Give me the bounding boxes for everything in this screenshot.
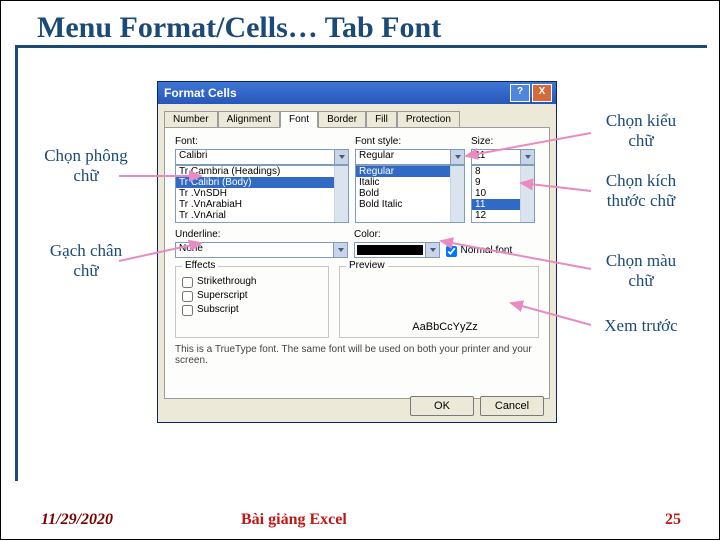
help-button[interactable]: ? — [510, 84, 530, 102]
underline-combo[interactable]: None — [175, 242, 348, 258]
footer-lecture: Bài giảng Excel — [241, 511, 347, 529]
callout-font: Chọn phôngchữ — [31, 146, 141, 187]
effects-group: Effects Strikethrough Superscript Subscr… — [175, 266, 329, 338]
tab-number[interactable]: Number — [164, 111, 218, 128]
tab-fill[interactable]: Fill — [366, 111, 397, 128]
ok-button[interactable]: OK — [410, 396, 474, 416]
truetype-hint: This is a TrueType font. The same font w… — [175, 344, 539, 366]
superscript-checkbox[interactable]: Superscript — [182, 289, 322, 303]
preview-group: Preview AaBbCcYyZz — [339, 266, 539, 338]
callout-preview: Xem trước — [586, 316, 696, 336]
scrollbar[interactable] — [450, 166, 464, 222]
label-font: Font: — [175, 136, 349, 147]
format-cells-dialog: Format Cells ? X Number Alignment Font B… — [157, 81, 557, 423]
preview-legend: Preview — [346, 260, 388, 271]
normal-font-check[interactable] — [446, 246, 457, 257]
list-item[interactable]: Tr Calibri (Body) — [176, 177, 348, 188]
callout-style: Chọn kiểuchữ — [586, 111, 696, 152]
callout-size: Chọn kíchthước chữ — [586, 171, 696, 212]
list-item[interactable]: Tr .VnArial — [176, 210, 348, 221]
size-list[interactable]: 8 9 10 11 12 — [471, 165, 535, 223]
normal-font-checkbox[interactable]: Normal font — [446, 244, 539, 258]
close-button[interactable]: X — [532, 84, 552, 102]
list-item[interactable]: Regular — [356, 166, 464, 177]
callout-color: Chọn màuchữ — [586, 251, 696, 292]
tab-font[interactable]: Font — [280, 111, 318, 128]
scrollbar[interactable] — [334, 166, 348, 222]
label-size: Size: — [471, 136, 535, 147]
strike-checkbox[interactable]: Strikethrough — [182, 275, 322, 289]
label-color: Color: — [354, 229, 440, 240]
font-list[interactable]: Tr Cambria (Headings) Tr Calibri (Body) … — [175, 165, 349, 223]
color-combo[interactable] — [354, 242, 440, 258]
tab-border[interactable]: Border — [318, 111, 366, 128]
list-item[interactable]: Bold Italic — [356, 199, 464, 210]
effects-legend: Effects — [182, 260, 218, 271]
footer-page: 25 — [665, 511, 681, 529]
tab-bar: Number Alignment Font Border Fill Protec… — [164, 110, 550, 127]
list-item[interactable]: Italic — [356, 177, 464, 188]
tab-protection[interactable]: Protection — [397, 111, 460, 128]
scrollbar[interactable] — [520, 166, 534, 222]
callout-underline: Gạch chânchữ — [31, 241, 141, 282]
footer-date: 11/29/2020 — [41, 511, 113, 529]
list-item[interactable]: Tr Cambria (Headings) — [176, 166, 348, 177]
size-combo[interactable]: 11 — [471, 149, 535, 165]
dialog-titlebar[interactable]: Format Cells ? X — [158, 82, 556, 104]
tab-alignment[interactable]: Alignment — [218, 111, 280, 128]
label-style: Font style: — [355, 136, 465, 147]
preview-text: AaBbCcYyZz — [346, 321, 544, 333]
dialog-title: Format Cells — [164, 86, 237, 100]
label-underline: Underline: — [175, 229, 348, 240]
font-combo[interactable]: Calibri — [175, 149, 349, 165]
style-combo[interactable]: Regular — [355, 149, 465, 165]
cancel-button[interactable]: Cancel — [480, 396, 544, 416]
list-item[interactable]: Tr .VnSDH — [176, 188, 348, 199]
list-item[interactable]: Bold — [356, 188, 464, 199]
normal-font-label: Normal font — [461, 244, 513, 258]
style-list[interactable]: Regular Italic Bold Bold Italic — [355, 165, 465, 223]
slide-title: Menu Format/Cells… Tab Font — [37, 11, 441, 45]
subscript-checkbox[interactable]: Subscript — [182, 303, 322, 317]
list-item[interactable]: Tr .VnArabiaH — [176, 199, 348, 210]
